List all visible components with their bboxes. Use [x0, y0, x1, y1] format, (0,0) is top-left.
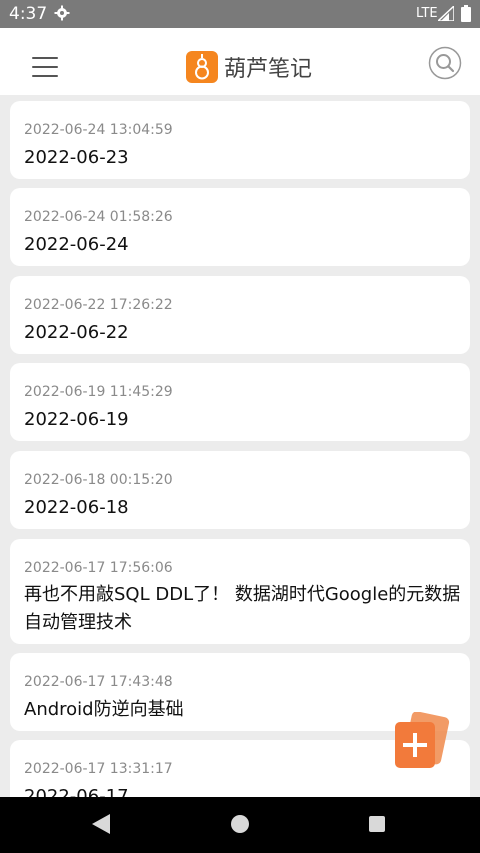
note-date: 2022-06-19 11:45:29 — [24, 384, 173, 400]
gear-icon — [54, 5, 70, 21]
home-icon[interactable] — [231, 815, 249, 833]
note-date: 2022-06-17 17:56:06 — [24, 560, 173, 576]
search-icon[interactable] — [428, 46, 462, 80]
app-title-area: 葫芦笔记 — [186, 51, 312, 83]
battery-icon — [461, 5, 471, 22]
note-card[interactable]: 2022-06-24 13:04:59 2022-06-23 — [10, 101, 470, 179]
note-card[interactable]: 2022-06-17 17:56:06 再也不用敲SQL DDL了！ 数据湖时代… — [10, 539, 470, 644]
note-title-line-1: 再也不用敲SQL DDL了！ 数据湖时代Google的元数据 — [24, 584, 461, 605]
note-date: 2022-06-17 17:43:48 — [24, 674, 173, 690]
app-bar: 葫芦笔记 — [0, 28, 480, 95]
note-title-line-2: 自动管理技术 — [24, 612, 132, 633]
note-date: 2022-06-18 00:15:20 — [24, 472, 173, 488]
hamburger-menu-icon[interactable] — [32, 57, 58, 77]
add-note-icon[interactable] — [393, 712, 451, 770]
note-title: 2022-06-19 — [24, 409, 129, 430]
note-date: 2022-06-24 13:04:59 — [24, 122, 173, 138]
notes-list[interactable]: 2022-06-24 13:04:59 2022-06-23 2022-06-2… — [0, 95, 480, 797]
gourd-logo-icon — [186, 51, 218, 83]
note-date: 2022-06-17 13:31:17 — [24, 761, 173, 777]
note-title: 2022-06-17 — [24, 786, 129, 797]
note-title: 2022-06-22 — [24, 322, 129, 343]
back-icon[interactable] — [92, 814, 110, 834]
note-title: 2022-06-23 — [24, 147, 129, 168]
note-date: 2022-06-22 17:26:22 — [24, 297, 173, 313]
app-title: 葫芦笔记 — [224, 57, 313, 82]
status-time: 4:37 — [9, 4, 48, 24]
note-title: 2022-06-18 — [24, 497, 129, 518]
note-card[interactable]: 2022-06-24 01:58:26 2022-06-24 — [10, 188, 470, 266]
status-bar: 4:37 LTE — [0, 0, 480, 28]
note-card[interactable]: 2022-06-19 11:45:29 2022-06-19 — [10, 363, 470, 441]
system-nav-bar — [0, 797, 480, 853]
note-date: 2022-06-24 01:58:26 — [24, 209, 173, 225]
recent-apps-icon[interactable] — [369, 816, 385, 832]
note-card[interactable]: 2022-06-22 17:26:22 2022-06-22 — [10, 276, 470, 354]
note-card[interactable]: 2022-06-18 00:15:20 2022-06-18 — [10, 451, 470, 529]
signal-icon — [438, 6, 454, 21]
network-type: LTE — [416, 6, 438, 21]
note-title: 2022-06-24 — [24, 234, 129, 255]
